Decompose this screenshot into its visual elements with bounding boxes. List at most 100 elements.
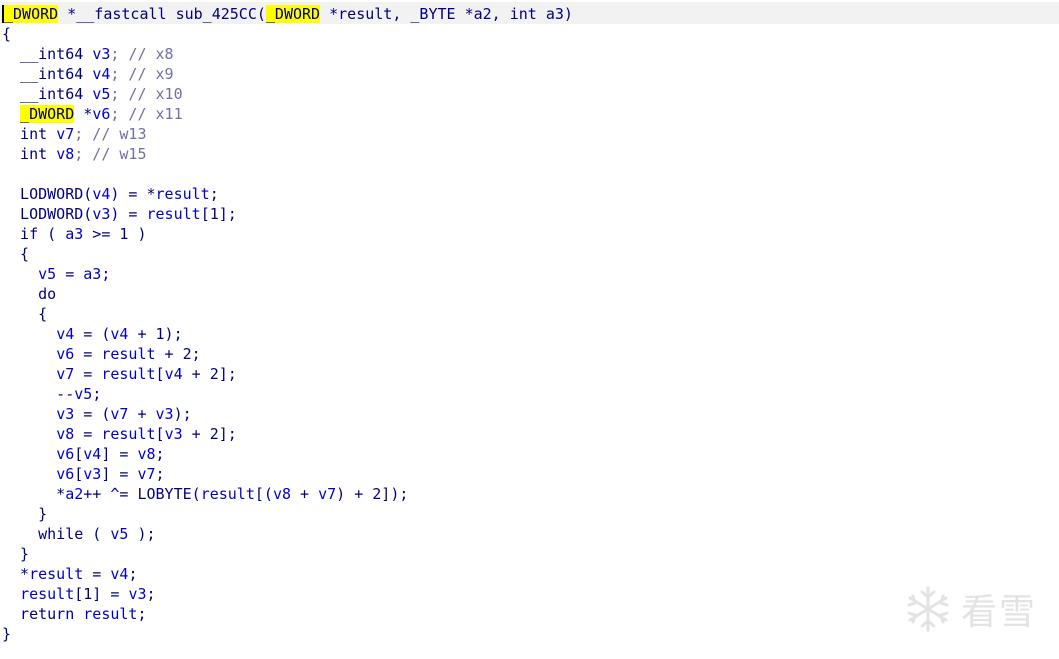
code-identifier[interactable]: v3 bbox=[92, 205, 110, 223]
code-line[interactable]: v4 = (v4 + 1); bbox=[2, 324, 573, 344]
code-identifier[interactable]: v6 bbox=[56, 345, 74, 363]
code-identifier[interactable]: v3 bbox=[156, 405, 174, 423]
code-identifier[interactable]: v3 bbox=[92, 45, 110, 63]
code-line[interactable]: do bbox=[2, 284, 573, 304]
code-line[interactable]: LODWORD(v4) = *result; bbox=[2, 184, 573, 204]
code-line[interactable]: v7 = result[v4 + 2]; bbox=[2, 364, 573, 384]
code-line[interactable]: int v8; // w15 bbox=[2, 144, 573, 164]
code-token: [( bbox=[254, 485, 273, 503]
code-token: + 1); bbox=[128, 325, 183, 343]
highlighted-token[interactable]: _DWORD bbox=[265, 5, 321, 23]
code-identifier[interactable]: result bbox=[83, 605, 137, 623]
code-identifier[interactable]: v6 bbox=[92, 105, 110, 123]
code-identifier[interactable]: result bbox=[201, 485, 255, 503]
code-line[interactable]: __int64 v3; // x8 bbox=[2, 44, 573, 64]
code-identifier[interactable]: a2 bbox=[65, 485, 83, 503]
code-line[interactable]: __int64 v4; // x9 bbox=[2, 64, 573, 84]
code-line[interactable]: v6 = result + 2; bbox=[2, 344, 573, 364]
code-identifier[interactable]: v4 bbox=[110, 325, 128, 343]
code-token: [ bbox=[74, 465, 84, 483]
code-line[interactable]: _DWORD *v6; // x11 bbox=[2, 104, 573, 124]
code-line[interactable]: } bbox=[2, 624, 573, 644]
code-identifier[interactable]: result bbox=[29, 565, 83, 583]
code-identifier[interactable]: v8 bbox=[273, 485, 291, 503]
code-line[interactable]: return result; bbox=[2, 604, 573, 624]
code-token: * bbox=[2, 485, 66, 503]
code-identifier[interactable]: v7 bbox=[137, 465, 155, 483]
code-identifier[interactable]: v3 bbox=[56, 405, 74, 423]
code-identifier[interactable]: v4 bbox=[83, 445, 101, 463]
code-token: [ bbox=[74, 445, 84, 463]
code-token: ; bbox=[209, 185, 219, 203]
code-line[interactable]: int v7; // w13 bbox=[2, 124, 573, 144]
highlighted-token[interactable]: _DWORD bbox=[2, 5, 59, 23]
code-identifier[interactable]: result bbox=[101, 345, 155, 363]
code-identifier[interactable]: result bbox=[101, 365, 155, 383]
code-comment: ; // w15 bbox=[74, 145, 147, 163]
code-identifier[interactable]: result bbox=[156, 185, 210, 203]
code-identifier[interactable]: v6 bbox=[56, 465, 74, 483]
code-line[interactable]: v5 = a3; bbox=[2, 264, 573, 284]
code-line[interactable]: LODWORD(v3) = result[1]; bbox=[2, 204, 573, 224]
code-token: do bbox=[2, 285, 57, 303]
code-identifier[interactable]: a3 bbox=[65, 225, 83, 243]
code-token: int bbox=[2, 145, 57, 163]
code-token: = ( bbox=[74, 325, 111, 343]
code-identifier[interactable]: v5 bbox=[38, 265, 56, 283]
code-line[interactable]: } bbox=[2, 544, 573, 564]
code-line[interactable]: v6[v4] = v8; bbox=[2, 444, 573, 464]
code-line[interactable]: *a2++ ^= LOBYTE(result[(v8 + v7) + 2]); bbox=[2, 484, 573, 504]
code-identifier[interactable]: v8 bbox=[137, 445, 155, 463]
pseudocode-view[interactable]: _DWORD *__fastcall sub_425CC(_DWORD *res… bbox=[2, 4, 573, 644]
code-identifier[interactable]: result bbox=[20, 585, 74, 603]
code-identifier[interactable]: v8 bbox=[56, 145, 74, 163]
code-line[interactable]: while ( v5 ); bbox=[2, 524, 573, 544]
code-token: { bbox=[2, 305, 48, 323]
code-line[interactable]: *result = v4; bbox=[2, 564, 573, 584]
code-line[interactable]: { bbox=[2, 244, 573, 264]
code-identifier[interactable]: v7 bbox=[318, 485, 336, 503]
code-token: + bbox=[291, 485, 319, 503]
code-identifier[interactable]: v4 bbox=[56, 325, 74, 343]
code-token: + 2]; bbox=[182, 365, 237, 383]
code-line[interactable]: if ( a3 >= 1 ) bbox=[2, 224, 573, 244]
code-token: = bbox=[74, 365, 102, 383]
code-identifier[interactable]: v3 bbox=[128, 585, 146, 603]
code-line[interactable]: _DWORD *__fastcall sub_425CC(_DWORD *res… bbox=[2, 4, 573, 24]
code-identifier[interactable]: v4 bbox=[92, 185, 110, 203]
code-line[interactable]: { bbox=[2, 24, 573, 44]
code-comment: ; // w13 bbox=[74, 125, 147, 143]
code-line[interactable]: } bbox=[2, 504, 573, 524]
code-token: __int64 bbox=[2, 45, 93, 63]
code-identifier[interactable]: v5 bbox=[110, 525, 128, 543]
code-line[interactable]: { bbox=[2, 304, 573, 324]
code-line[interactable]: --v5; bbox=[2, 384, 573, 404]
code-identifier[interactable]: v8 bbox=[56, 425, 74, 443]
code-identifier[interactable]: a3 bbox=[83, 265, 101, 283]
code-line[interactable]: v3 = (v7 + v3); bbox=[2, 404, 573, 424]
code-identifier[interactable]: result bbox=[147, 205, 201, 223]
code-line[interactable] bbox=[2, 164, 573, 184]
code-line[interactable]: __int64 v5; // x10 bbox=[2, 84, 573, 104]
code-token: ) = * bbox=[110, 185, 156, 203]
code-identifier[interactable]: v5 bbox=[74, 385, 92, 403]
code-identifier[interactable]: result bbox=[101, 425, 155, 443]
code-line[interactable]: v6[v3] = v7; bbox=[2, 464, 573, 484]
code-token: LODWORD( bbox=[2, 205, 93, 223]
code-identifier[interactable]: v3 bbox=[83, 465, 101, 483]
code-identifier[interactable]: v4 bbox=[110, 565, 128, 583]
code-identifier[interactable]: v4 bbox=[165, 365, 183, 383]
code-identifier[interactable]: v4 bbox=[92, 65, 110, 83]
code-identifier[interactable]: v6 bbox=[56, 445, 74, 463]
code-line[interactable]: result[1] = v3; bbox=[2, 584, 573, 604]
code-identifier[interactable]: v5 bbox=[92, 85, 110, 103]
code-identifier[interactable]: v3 bbox=[165, 425, 183, 443]
highlighted-token[interactable]: _DWORD bbox=[20, 105, 75, 123]
code-token: __int64 bbox=[2, 85, 93, 103]
code-line[interactable]: v8 = result[v3 + 2]; bbox=[2, 424, 573, 444]
code-identifier[interactable]: v7 bbox=[110, 405, 128, 423]
code-identifier[interactable]: v7 bbox=[56, 125, 74, 143]
code-identifier[interactable]: v7 bbox=[56, 365, 74, 383]
